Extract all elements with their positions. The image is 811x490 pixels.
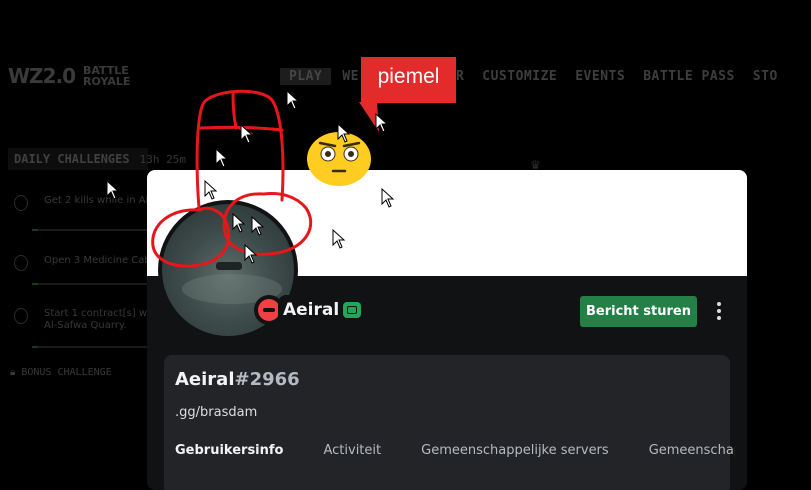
custom-status: .gg/brasdam	[175, 405, 258, 420]
lock-icon: 🔒︎	[10, 367, 16, 378]
challenge-text: Start 1 contract[s] w	[44, 308, 148, 319]
cursor-icon	[215, 148, 229, 168]
logo-battle-royale: BATTLE ROYALE	[83, 64, 131, 88]
medal-icon	[14, 308, 28, 324]
tab-activity[interactable]: Activiteit	[323, 443, 381, 462]
username: Aeiral#2966	[175, 369, 300, 390]
display-name: Aeiral	[283, 300, 340, 320]
cursor-icon	[375, 113, 389, 133]
challenges-header: DAILY CHALLENGES 13h 25m	[8, 148, 186, 170]
medal-icon	[14, 255, 28, 271]
bonus-label: BONUS CHALLENGE	[21, 367, 112, 378]
cursor-icon	[240, 124, 254, 144]
cursor-icon	[286, 90, 300, 110]
nav-customize[interactable]: CUSTOMIZE	[473, 68, 566, 85]
profile-tabs: Gebruikersinfo Activiteit Gemeenschappel…	[175, 443, 735, 462]
send-message-button[interactable]: Bericht sturen	[580, 296, 697, 327]
challenge-text: Get 2 kills while in Al	[44, 195, 149, 206]
speech-bubble-text: piemel	[377, 65, 440, 88]
challenges-timer: 13h 25m	[139, 152, 186, 166]
challenge-progress	[32, 346, 152, 348]
nitro-badge-icon	[343, 302, 362, 318]
tab-mutual-servers[interactable]: Gemeenschappelijke servers	[421, 443, 609, 462]
nav-battle-pass[interactable]: BATTLE PASS	[634, 68, 744, 85]
medal-icon	[14, 195, 28, 211]
cursor-icon	[337, 123, 351, 143]
nav-events[interactable]: EVENTS	[566, 68, 634, 85]
discriminator: #2966	[234, 369, 300, 390]
daily-challenges-panel: DAILY CHALLENGES 13h 25m	[8, 148, 186, 170]
logo-wz: WZ2.0	[8, 64, 76, 88]
speech-bubble: piemel	[361, 57, 456, 103]
challenge-progress	[32, 283, 152, 285]
tab-user-info[interactable]: Gebruikersinfo	[175, 443, 283, 462]
cursor-icon	[251, 216, 265, 236]
name-chip: Aeiral	[278, 295, 368, 325]
challenge-text: Open 3 Medicine Cab	[44, 255, 151, 266]
cursor-icon	[332, 229, 346, 249]
nav-store[interactable]: STO	[744, 68, 787, 85]
tab-mutual-friends[interactable]: Gemeenschappelijk	[649, 443, 735, 462]
profile-body: Aeiral#2966 .gg/brasdam Gebruikersinfo A…	[164, 355, 735, 490]
challenge-text-line2: Al-Safwa Quarry.	[44, 320, 127, 331]
game-logo: WZ2.0 BATTLE ROYALE	[8, 64, 173, 88]
cursor-icon	[244, 244, 258, 264]
cursor-icon	[381, 188, 395, 208]
username-name: Aeiral	[175, 369, 235, 390]
cursor-icon	[232, 213, 246, 233]
challenge-progress	[32, 229, 152, 231]
game-nav: PLAY WE ATOR CUSTOMIZE EVENTS BATTLE PAS…	[280, 68, 787, 85]
nav-play[interactable]: PLAY	[280, 68, 332, 85]
challenges-title: DAILY CHALLENGES	[14, 152, 130, 166]
bonus-challenge[interactable]: 🔒︎ BONUS CHALLENGE	[10, 367, 112, 378]
cursor-icon	[106, 180, 120, 200]
more-options-icon[interactable]	[712, 300, 726, 322]
cursor-icon	[204, 180, 218, 200]
